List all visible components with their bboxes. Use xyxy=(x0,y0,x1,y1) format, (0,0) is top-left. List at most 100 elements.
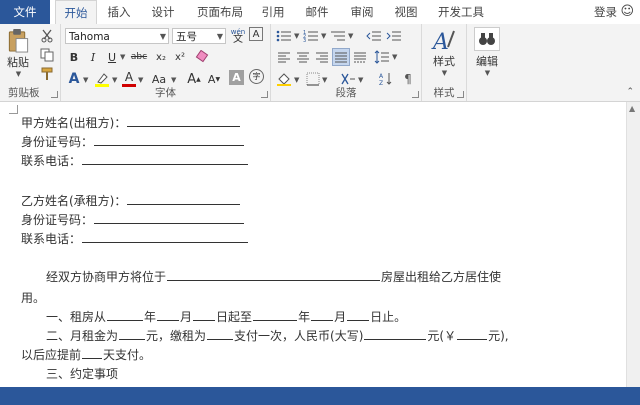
doc-line-lessor-name: 甲方姓名(出租方)： xyxy=(21,114,241,131)
paste-dropdown-icon[interactable]: ▼ xyxy=(16,70,21,78)
editing-button[interactable]: 编辑 ▼ xyxy=(469,27,505,77)
lessor-id-blank xyxy=(94,133,245,146)
underline-button[interactable]: U xyxy=(103,48,121,66)
rent-label: 二、月租金为 xyxy=(46,329,119,343)
justify-icon[interactable] xyxy=(332,48,350,66)
tab-file[interactable]: 文件 xyxy=(0,0,50,24)
bold-button[interactable]: B xyxy=(65,48,83,66)
term-end-label: 日止。 xyxy=(370,310,407,324)
styles-button[interactable]: A 样式 ▼ xyxy=(426,27,462,77)
increase-indent-icon[interactable] xyxy=(385,27,403,45)
character-border-icon[interactable]: A xyxy=(249,27,263,41)
editing-dropdown-icon[interactable]: ▼ xyxy=(485,69,490,77)
align-left-icon[interactable] xyxy=(275,48,293,66)
term-to-label: 日起至 xyxy=(216,310,253,324)
clear-formatting-icon[interactable] xyxy=(193,48,211,66)
superscript-button[interactable]: x² xyxy=(171,48,189,66)
enclose-characters-button[interactable]: 字 xyxy=(249,69,264,84)
font-color-label: A xyxy=(124,70,134,84)
tab-view[interactable]: 视图 xyxy=(389,0,423,24)
multilevel-list-icon[interactable] xyxy=(329,27,347,45)
font-name-dropdown[interactable]: Tahoma ▼ xyxy=(65,28,169,44)
advance-label: 以后应提前 xyxy=(21,348,82,362)
styles-button-label: 样式 xyxy=(433,55,455,68)
term-from-label: 一、租房从 xyxy=(46,310,107,324)
cut-icon[interactable] xyxy=(38,27,56,45)
tab-insert[interactable]: 插入 xyxy=(102,0,136,24)
distributed-icon[interactable] xyxy=(351,48,369,66)
align-center-icon[interactable] xyxy=(294,48,312,66)
styles-launcher-icon[interactable] xyxy=(457,91,464,98)
clipboard-launcher-icon[interactable] xyxy=(51,91,58,98)
font-group: Tahoma ▼ 五号 ▼ wén 文 A B I U ▼ abc x₂ x² A ▼… xyxy=(61,24,271,101)
tab-home[interactable]: 开始 xyxy=(55,0,97,26)
lessee-name-blank xyxy=(127,192,241,205)
doc-para-terms-heading: 三、约定事项 xyxy=(46,365,118,382)
font-launcher-icon[interactable] xyxy=(261,91,268,98)
feedback-smiley-icon[interactable]: ☺ xyxy=(620,4,634,19)
text-effects-dropdown-icon[interactable]: ▼ xyxy=(83,76,88,84)
phonetic-guide-icon[interactable]: wén 文 xyxy=(229,27,247,45)
font-color-dropdown-icon[interactable]: ▼ xyxy=(138,76,143,84)
subscript-button[interactable]: x₂ xyxy=(152,48,170,66)
borders-dropdown-icon[interactable]: ▼ xyxy=(322,76,327,84)
property-address-blank xyxy=(167,268,381,281)
doc-para-rent: 二、月租金为 元，缴租为 支付一次，人民币(大写) 元(￥ 元), xyxy=(46,327,509,344)
vertical-scrollbar[interactable]: ▲ xyxy=(626,102,640,387)
character-shading-button[interactable]: A xyxy=(229,70,244,85)
font-size-dropdown[interactable]: 五号 ▼ xyxy=(172,28,226,44)
sign-in-link[interactable]: 登录 xyxy=(594,0,617,24)
highlight-dropdown-icon[interactable]: ▼ xyxy=(112,76,117,84)
strikethrough-button[interactable]: abc xyxy=(128,48,150,66)
tab-references[interactable]: 引用 xyxy=(256,0,290,24)
copy-icon[interactable] xyxy=(38,46,56,64)
font-size-value: 五号 xyxy=(176,31,197,43)
lessee-name-label: 乙方姓名(承租方)： xyxy=(21,194,127,208)
numbering-dropdown-icon[interactable]: ▼ xyxy=(321,32,326,40)
styles-icon: A xyxy=(431,30,455,53)
multilevel-dropdown-icon[interactable]: ▼ xyxy=(348,32,353,40)
line-spacing-dropdown-icon[interactable]: ▼ xyxy=(392,53,397,61)
clipboard-group: 粘贴 ▼ 剪贴板 xyxy=(0,24,61,101)
doc-line-lessor-id: 身份证号码： xyxy=(21,133,245,150)
doc-para-location: 经双方协商甲方将位于 房屋出租给乙方居住使 xyxy=(46,268,501,285)
paragraph-group: ▼ 123 ▼ ▼ ▼ ▼ ▼ ▼ A Z ¶ 段落 xyxy=(271,24,422,101)
change-case-dropdown-icon[interactable]: ▼ xyxy=(171,76,176,84)
term-month-label: 月 xyxy=(180,310,193,324)
lessor-name-label: 甲方姓名(出租方)： xyxy=(21,116,127,130)
tab-developer[interactable]: 开发工具 xyxy=(434,0,488,24)
underline-dropdown-icon[interactable]: ▼ xyxy=(120,53,125,61)
bullets-dropdown-icon[interactable]: ▼ xyxy=(294,32,299,40)
ribbon-tab-bar: 文件 开始 插入 设计 页面布局 引用 邮件 审阅 视图 开发工具 登录 ☺ xyxy=(0,0,640,26)
doc-line-lessor-phone: 联系电话： xyxy=(21,152,249,169)
collapse-ribbon-icon[interactable]: ⌃ xyxy=(626,87,634,97)
tab-review[interactable]: 审阅 xyxy=(345,0,379,24)
term-end-day-blank xyxy=(347,308,370,321)
tab-page-layout[interactable]: 页面布局 xyxy=(194,0,246,24)
paste-label: 粘贴 xyxy=(7,56,29,69)
styles-dropdown-icon[interactable]: ▼ xyxy=(442,69,447,77)
italic-button[interactable]: I xyxy=(84,48,102,66)
format-painter-icon[interactable] xyxy=(38,65,56,83)
para1-text-c: 用。 xyxy=(21,291,46,305)
chinese-layout-dropdown-icon[interactable]: ▼ xyxy=(358,76,363,84)
tab-mailings[interactable]: 邮件 xyxy=(300,0,334,24)
shrink-font-label: A xyxy=(207,72,216,86)
shading-dropdown-icon[interactable]: ▼ xyxy=(294,76,299,84)
numbering-icon[interactable]: 123 xyxy=(302,27,320,45)
tab-design[interactable]: 设计 xyxy=(146,0,180,24)
line-spacing-icon[interactable] xyxy=(373,48,391,66)
paste-button[interactable]: 粘贴 ▼ xyxy=(4,28,32,78)
paragraph-launcher-icon[interactable] xyxy=(412,91,419,98)
term-start-year-blank xyxy=(107,308,144,321)
term-start-day-blank xyxy=(193,308,216,321)
doc-para-location-cont: 用。 xyxy=(21,289,45,306)
document-area[interactable]: 甲方姓名(出租方)： 身份证号码： 联系电话： 乙方姓名(承租方)： 身份证号码… xyxy=(0,102,627,387)
align-right-icon[interactable] xyxy=(313,48,331,66)
decrease-indent-icon[interactable] xyxy=(365,27,383,45)
svg-text:3: 3 xyxy=(303,38,306,43)
rent-payment-label: 元，缴租为 xyxy=(146,329,207,343)
bullets-icon[interactable] xyxy=(275,27,293,45)
scroll-up-icon[interactable]: ▲ xyxy=(629,104,635,113)
doc-para-term: 一、租房从 年 月 日起至 年 月 日止。 xyxy=(46,308,406,325)
